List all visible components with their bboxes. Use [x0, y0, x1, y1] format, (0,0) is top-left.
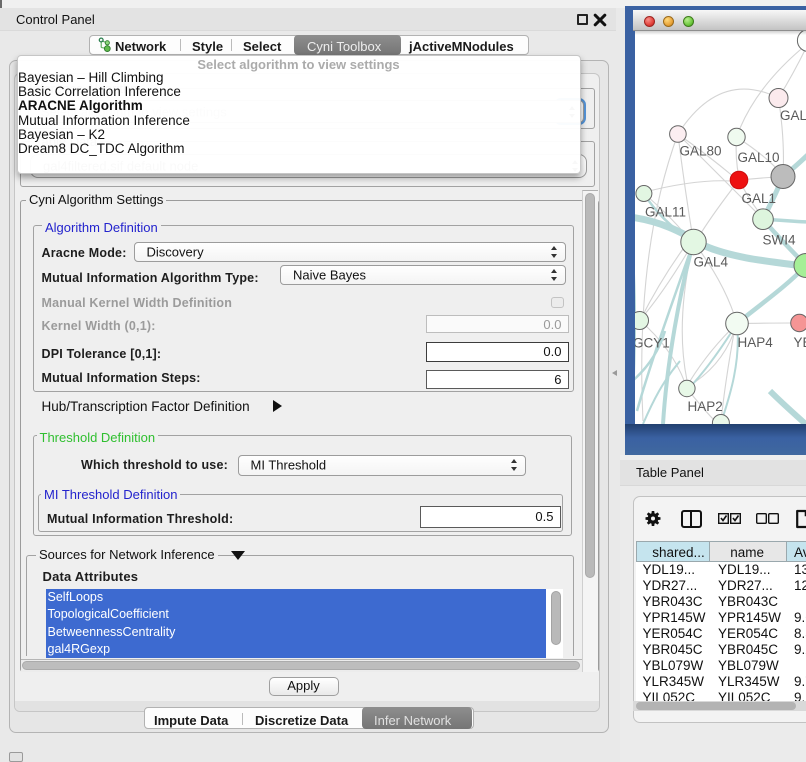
svg-text:SWI4: SWI4 [762, 232, 795, 247]
svg-text:GAL4: GAL4 [693, 254, 728, 269]
svg-text:GAL10: GAL10 [737, 150, 779, 165]
svg-text:GAL11: GAL11 [645, 204, 686, 219]
svg-text:YEL: YEL [793, 335, 806, 350]
svg-text:GCY1: GCY1 [635, 335, 670, 350]
svg-text:GAL80: GAL80 [679, 143, 721, 158]
svg-text:GAL7: GAL7 [780, 108, 806, 123]
svg-text:GAL1: GAL1 [741, 191, 776, 206]
svg-text:HAP4: HAP4 [737, 335, 773, 350]
svg-text:HAP2: HAP2 [687, 399, 722, 414]
